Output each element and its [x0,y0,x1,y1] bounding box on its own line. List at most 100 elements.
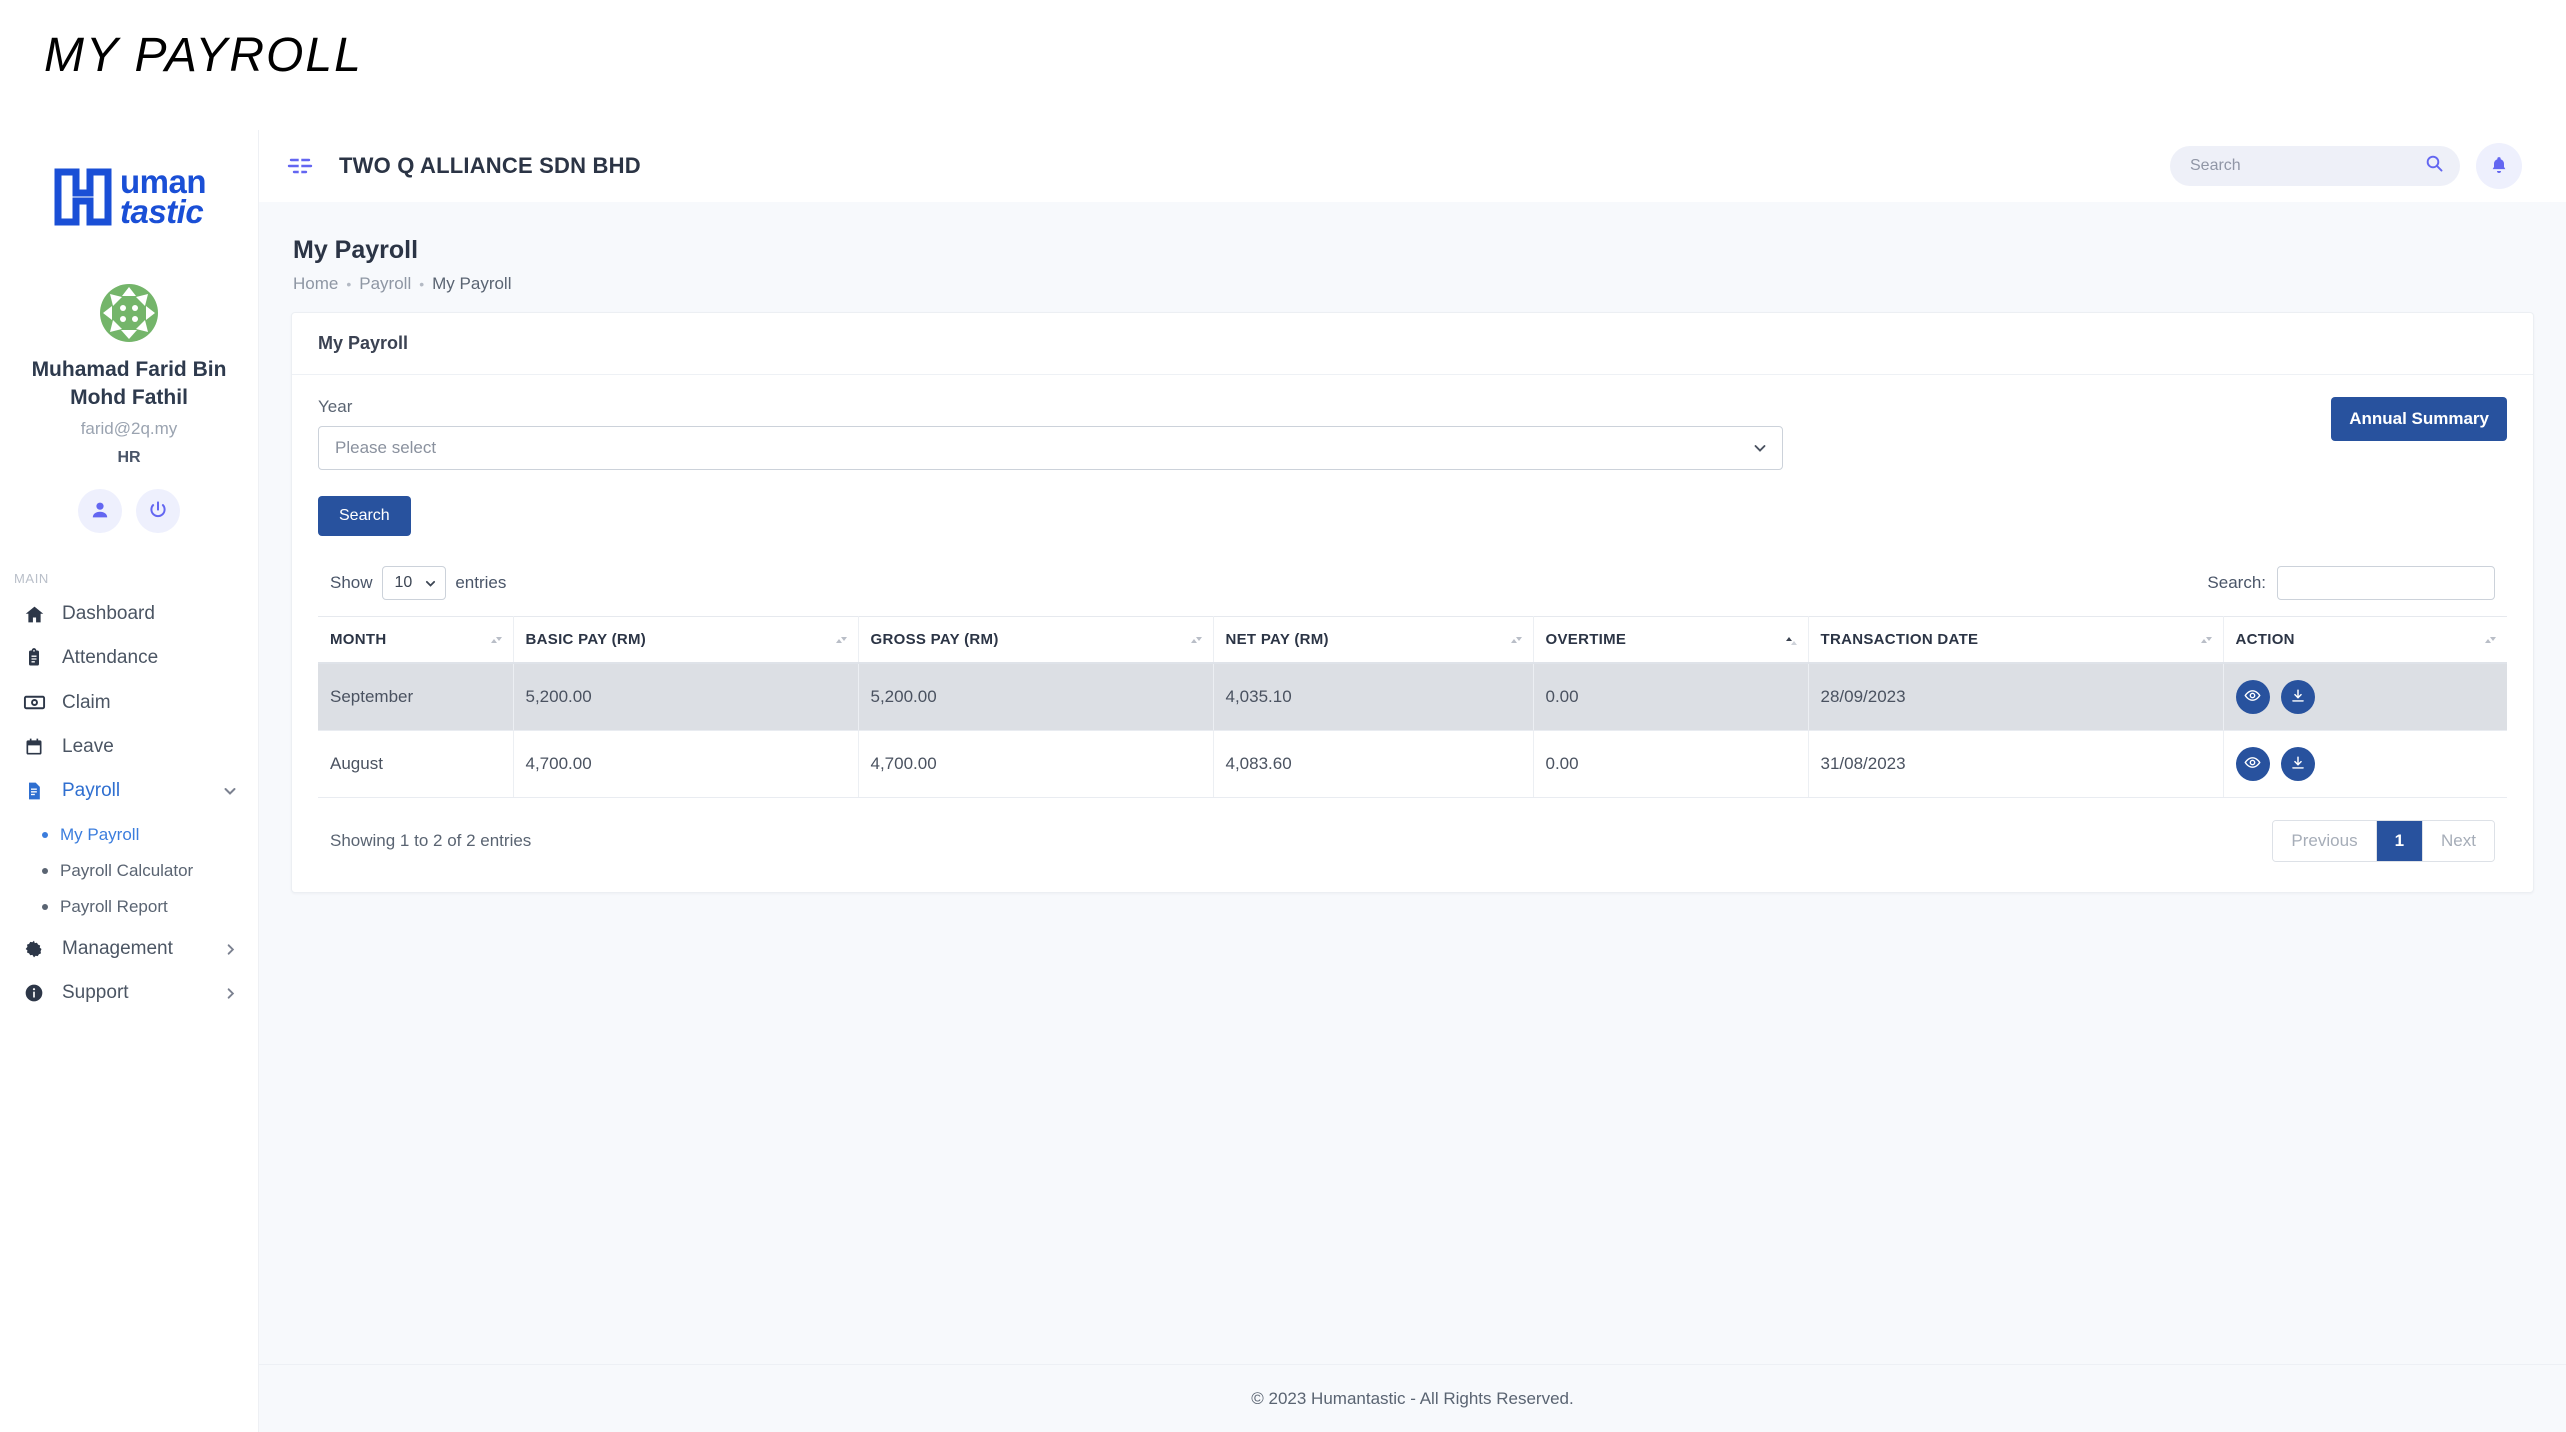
sort-icon [490,632,503,648]
chevron-right-icon [223,986,238,1001]
chevron-down-icon [222,783,238,799]
table-search-label: Search: [2207,573,2266,592]
search-button[interactable]: Search [318,496,411,536]
column-header-month[interactable]: MONTH [318,616,514,664]
table-row[interactable]: September 5,200.00 5,200.00 4,035.10 0.0… [318,663,2507,731]
year-label: Year [318,397,353,416]
breadcrumb-payroll[interactable]: Payroll [359,274,411,294]
company-name: TWO Q ALLIANCE SDN BHD [339,153,641,178]
sidebar-item-payroll-report[interactable]: Payroll Report [0,889,258,925]
sidebar-item-management[interactable]: Management [0,927,258,971]
download-icon [2290,755,2306,774]
year-filter-row: Year Please select [318,397,2507,470]
entries-per-page-select[interactable]: 10 [381,566,447,600]
column-header-action[interactable]: ACTION [2223,616,2507,664]
table-header-row: MONTH BASIC PAY (RM) GROSS PAY (RM) NET … [318,616,2507,664]
download-payslip-button[interactable] [2281,747,2316,781]
subnav-item-label: Payroll Report [60,897,168,917]
home-icon [22,604,46,625]
sidebar-nav: Dashboard Attendance Claim Leave Payroll… [0,592,258,1015]
sidebar-item-dashboard[interactable]: Dashboard [0,592,258,636]
search-input[interactable] [2190,157,2425,175]
sidebar-item-my-payroll[interactable]: My Payroll [0,817,258,853]
sidebar-toggle-icon[interactable] [287,153,313,179]
user-name: Muhamad Farid Bin Mohd Fathil [31,358,227,409]
sidebar-item-support[interactable]: Support [0,971,258,1015]
clipboard-icon [22,648,46,668]
annual-summary-button[interactable]: Annual Summary [2331,397,2507,441]
view-payslip-button[interactable] [2235,680,2270,714]
view-payslip-button[interactable] [2235,747,2270,781]
logout-button[interactable] [136,489,180,534]
notifications-button[interactable] [2476,143,2522,189]
cell-action [2223,730,2507,798]
brand-line-2: tastic [119,193,204,230]
sidebar-item-attendance[interactable]: Attendance [0,636,258,680]
power-icon [148,500,168,523]
calendar-icon [22,737,46,757]
page-header: My Payroll Home • Payroll • My Payroll [291,230,2534,312]
cell-basic-pay: 5,200.00 [513,663,859,731]
column-header-overtime[interactable]: OVERTIME [1533,616,1809,664]
avatar [100,284,158,342]
main-region: TWO Q ALLIANCE SDN BHD Search My Payroll… [259,130,2566,1432]
table-footer: Showing 1 to 2 of 2 entries Previous 1 N… [318,820,2507,862]
breadcrumb-home[interactable]: Home [293,274,338,294]
profile-button[interactable] [78,489,122,534]
sidebar-item-payroll[interactable]: Payroll [0,769,258,813]
subnav-item-label: My Payroll [60,825,140,845]
table-search-control: Search: [2207,566,2495,600]
chevron-down-icon [424,577,437,590]
card-title: My Payroll [292,313,2533,375]
info-icon [22,983,46,1003]
brand-logo[interactable]: uman tastic [0,152,258,234]
sidebar-item-label: Claim [62,691,111,713]
year-select[interactable]: Please select [318,426,1783,470]
sidebar-item-label: Payroll [62,780,121,802]
table-body: September 5,200.00 5,200.00 4,035.10 0.0… [318,663,2507,798]
sidebar-item-claim[interactable]: Claim [0,680,258,725]
gear-icon [22,939,46,959]
year-form-group: Year Please select [318,397,1783,470]
user-role: HR [117,449,141,467]
download-payslip-button[interactable] [2281,680,2316,714]
column-header-transaction-date[interactable]: TRANSACTION DATE [1808,616,2224,664]
download-icon [2290,688,2306,707]
sort-icon [1190,632,1203,648]
pagination-previous[interactable]: Previous [2273,821,2377,861]
cell-transaction-date: 31/08/2023 [1808,730,2224,798]
table-row[interactable]: August 4,700.00 4,700.00 4,083.60 0.00 3… [318,730,2507,798]
sort-icon [835,632,848,648]
year-select-value: Please select [335,438,437,457]
user-icon [90,500,110,523]
global-search[interactable] [2170,146,2460,186]
cell-transaction-date: 28/09/2023 [1808,663,2224,731]
column-header-net-pay[interactable]: NET PAY (RM) [1213,616,1534,664]
pagination-page-1[interactable]: 1 [2376,821,2424,861]
user-actions [0,489,258,534]
cell-net-pay: 4,035.10 [1213,663,1534,731]
sidebar-item-label: Attendance [62,647,159,669]
app-shell: uman tastic Muhamad Farid Bin Mohd Fathi… [0,130,2566,1432]
cell-month: September [318,663,514,731]
sort-icon [2484,632,2497,648]
column-label: GROSS PAY (RM) [870,631,999,648]
search-icon[interactable] [2425,154,2444,178]
sidebar-item-payroll-calculator[interactable]: Payroll Calculator [0,853,258,889]
show-entries-control: Show 10 entries [330,566,506,600]
sidebar-item-leave[interactable]: Leave [0,725,258,769]
column-label: TRANSACTION DATE [1820,631,1979,648]
eye-icon [2244,687,2261,707]
column-header-gross-pay[interactable]: GROSS PAY (RM) [858,616,1214,664]
bullet-icon [42,868,48,875]
column-label: ACTION [2235,631,2295,648]
pagination-next[interactable]: Next [2423,821,2494,861]
column-header-basic-pay[interactable]: BASIC PAY (RM) [513,616,859,664]
sidebar: uman tastic Muhamad Farid Bin Mohd Fathi… [0,130,259,1432]
breadcrumb-separator-icon: • [346,276,352,292]
chevron-right-icon [223,942,238,957]
cell-month: August [318,730,514,798]
nav-section-label: MAIN [14,571,49,587]
table-search-input[interactable] [2277,566,2495,600]
cell-net-pay: 4,083.60 [1213,730,1534,798]
